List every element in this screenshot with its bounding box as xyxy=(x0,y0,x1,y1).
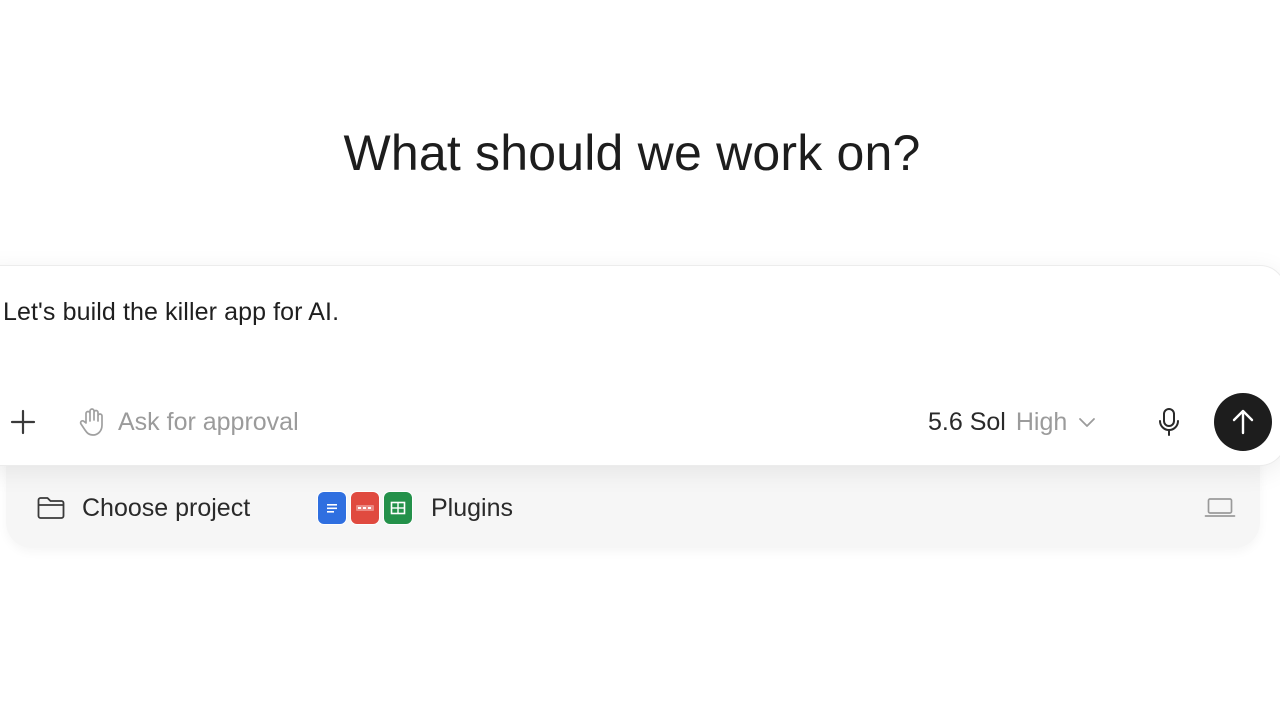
plugins-button[interactable]: Plugins xyxy=(318,490,513,526)
docs-icon xyxy=(318,492,346,524)
hand-icon xyxy=(79,408,103,436)
prompt-input-text[interactable]: Let's build the killer app for AI. xyxy=(3,298,339,327)
plugins-label: Plugins xyxy=(431,493,513,522)
model-name: 5.6 Sol xyxy=(928,407,1006,436)
choose-project-label: Choose project xyxy=(82,493,251,522)
approval-mode-label: Ask for approval xyxy=(118,407,299,436)
voice-input-button[interactable] xyxy=(1152,404,1186,440)
plugin-icons-group xyxy=(318,492,417,524)
page-title: What should we work on? xyxy=(343,125,921,181)
approval-mode-selector[interactable]: Ask for approval xyxy=(78,404,299,440)
reasoning-effort: High xyxy=(1015,407,1068,436)
environment-button[interactable] xyxy=(1204,494,1236,522)
arrow-up-icon xyxy=(1232,409,1254,435)
folder-icon xyxy=(37,497,65,519)
choose-project-button[interactable]: Choose project xyxy=(36,490,250,526)
send-button[interactable] xyxy=(1214,393,1272,451)
microphone-icon xyxy=(1159,408,1179,436)
model-selector[interactable]: 5.6 Sol High xyxy=(928,404,1097,440)
plus-icon xyxy=(10,409,36,435)
add-attachment-button[interactable] xyxy=(6,404,40,440)
page: What should we work on? Let's build the … xyxy=(0,0,1280,720)
chevron-down-icon xyxy=(1079,418,1096,427)
laptop-icon xyxy=(1204,498,1236,517)
sheets-icon xyxy=(384,492,412,524)
pdf-icon xyxy=(351,492,379,524)
